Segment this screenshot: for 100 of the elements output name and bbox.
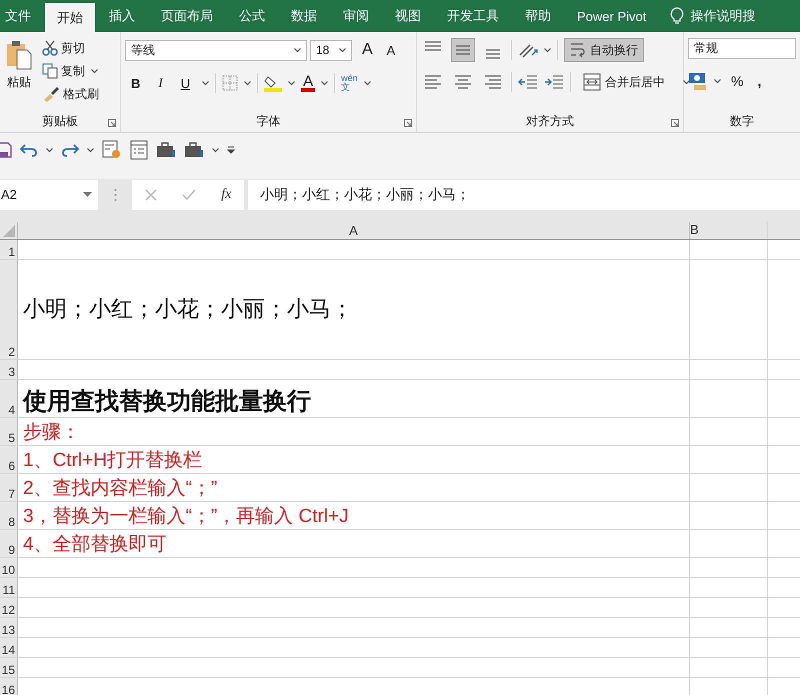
row-header[interactable]: 15 (0, 658, 18, 677)
table-cell: 步骤： (23, 422, 80, 445)
table-cell: 4、全部替换即可 (23, 534, 167, 557)
increase-indent-icon[interactable] (544, 74, 564, 90)
dialog-launcher-icon[interactable] (671, 119, 679, 127)
dialog-launcher-icon[interactable] (108, 119, 116, 127)
italic-button[interactable]: I (152, 75, 169, 91)
row-header[interactable]: 10 (0, 558, 18, 577)
row-header[interactable]: 7 (0, 474, 18, 501)
row-header[interactable]: 6 (0, 446, 18, 473)
grow-font-button[interactable]: A (358, 41, 377, 59)
toolbox-icon[interactable] (184, 141, 204, 159)
formula-input[interactable]: 小明；小红；小花；小丽；小马； (248, 180, 800, 210)
column-header[interactable]: A (18, 222, 690, 239)
number-format-field[interactable]: 常规 (688, 38, 796, 59)
merge-center-button[interactable]: 合并后居中 (577, 70, 671, 94)
middle-align-button[interactable] (451, 38, 475, 62)
ribbon-tab[interactable]: 公式 (227, 0, 277, 32)
table-cell: 使用查找替换功能批量换行 (23, 388, 311, 417)
ribbon-tab[interactable]: 审阅 (331, 0, 381, 32)
caret-icon[interactable] (91, 68, 98, 74)
caret-icon[interactable] (244, 80, 252, 86)
caret-icon[interactable] (339, 48, 346, 52)
caret-icon[interactable] (294, 48, 301, 52)
row-header[interactable]: 5 (0, 418, 18, 445)
ribbon-tab[interactable]: 插入 (97, 0, 147, 32)
search-hint[interactable]: 操作说明搜 (690, 7, 756, 25)
clipboard-icon (5, 38, 33, 72)
ribbon-button[interactable]: 格式刷 (40, 84, 101, 104)
row-header[interactable]: 9 (0, 530, 18, 557)
caret-icon[interactable] (288, 80, 296, 86)
caret-icon[interactable] (364, 80, 371, 86)
ribbon-tab[interactable]: 视图 (383, 0, 433, 32)
wrap-text-button[interactable]: 自动换行 (564, 38, 644, 62)
row-header[interactable]: 1 (0, 240, 18, 259)
undo-icon[interactable] (20, 142, 38, 158)
ribbon-button[interactable]: 复制 (40, 62, 87, 80)
caret-icon[interactable] (83, 192, 92, 198)
comma-button[interactable]: , (753, 73, 766, 89)
row-header[interactable]: 13 (0, 618, 18, 637)
drag-handle-icon[interactable] (114, 188, 116, 202)
fill-color-icon[interactable] (264, 74, 282, 92)
lightbulb-icon[interactable] (670, 7, 684, 25)
row-header[interactable]: 16 (0, 678, 18, 695)
font-size-field[interactable]: 18 (310, 40, 352, 60)
ribbon-tab[interactable]: 文件 (0, 0, 43, 32)
align-left-icon (425, 75, 441, 89)
ribbon-tab[interactable]: 帮助 (513, 0, 563, 32)
ribbon-button[interactable]: 剪切 (40, 38, 87, 58)
font-color-button[interactable]: A (301, 74, 316, 92)
phonetic-button[interactable]: wén 文 (341, 74, 358, 92)
align-center-icon (455, 75, 471, 89)
ribbon-tab[interactable]: 开始 (45, 3, 95, 32)
customize-toolbar-icon[interactable] (227, 146, 235, 154)
ribbon-tab[interactable]: 开发工具 (435, 0, 511, 32)
row-header[interactable]: 4 (0, 380, 18, 417)
caret-icon[interactable] (46, 148, 53, 152)
save-icon[interactable] (0, 142, 12, 158)
redo-icon[interactable] (61, 142, 79, 158)
row-header[interactable]: 14 (0, 638, 18, 657)
currency-icon[interactable] (688, 71, 708, 91)
row-header[interactable]: 11 (0, 578, 18, 597)
underline-button[interactable]: U (174, 76, 196, 90)
paste-button[interactable]: 粘贴 (4, 38, 34, 110)
form-icon[interactable] (130, 140, 148, 160)
ribbon-tab[interactable]: 页面布局 (149, 0, 225, 32)
row-header[interactable]: 2 (0, 260, 18, 359)
caret-icon[interactable] (544, 48, 551, 52)
group-label: 对齐方式 (526, 112, 574, 130)
ribbon-tab[interactable]: Power Pivot (565, 0, 658, 32)
table-cell: 3，替换为一栏输入“；”，再输入 Ctrl+J (23, 506, 349, 529)
ribbon-tab[interactable]: 数据 (279, 0, 329, 32)
toolbox-icon[interactable] (156, 141, 176, 159)
caret-icon[interactable] (87, 148, 94, 152)
group-label: 剪贴板 (42, 112, 78, 130)
field-value: 18 (316, 43, 330, 57)
align-right-icon (485, 75, 501, 89)
row-header[interactable]: 12 (0, 598, 18, 617)
column-header[interactable]: B (690, 222, 768, 239)
percent-button[interactable]: % (727, 73, 748, 89)
font-name-field[interactable]: 等线 (125, 40, 307, 60)
caret-icon[interactable] (321, 80, 328, 86)
wrap-text-icon (570, 41, 586, 59)
name-box[interactable]: A2 (0, 180, 98, 210)
borders-icon[interactable] (222, 75, 238, 91)
caret-icon[interactable] (714, 78, 721, 84)
paintbrush-icon (42, 86, 60, 102)
table-cell: 小明；小红；小花；小丽；小马； (23, 296, 353, 323)
bold-button[interactable]: B (125, 76, 146, 90)
field-value: A2 (1, 187, 17, 202)
decrease-indent-icon[interactable] (518, 74, 538, 90)
insert-function-button[interactable]: fx (221, 186, 232, 202)
row-header[interactable]: 3 (0, 360, 18, 379)
align-bottom-icon (486, 49, 500, 59)
row-header[interactable]: 8 (0, 502, 18, 529)
caret-icon[interactable] (202, 80, 210, 86)
dialog-launcher-icon[interactable] (404, 119, 412, 127)
sheet-settings-icon[interactable] (102, 140, 122, 160)
caret-icon[interactable] (212, 148, 219, 152)
shrink-font-button[interactable]: A (382, 42, 400, 58)
